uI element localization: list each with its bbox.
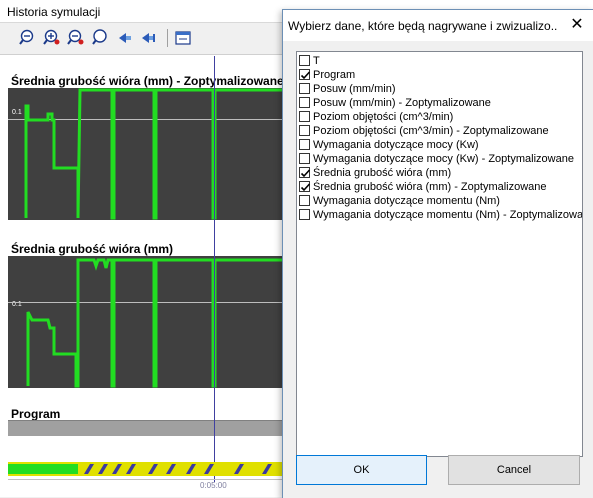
toolbar-separator	[167, 29, 168, 47]
checkbox[interactable]	[299, 55, 310, 66]
data-series-list: T Program Posuw (mm/min) Posuw (mm/min) - Z…	[296, 51, 583, 457]
checkbox[interactable]	[299, 153, 310, 164]
chart-label-chip-thickness: Średnia grubość wióra (mm)	[11, 242, 174, 256]
checkbox[interactable]	[299, 97, 310, 108]
checkbox[interactable]	[299, 69, 311, 80]
list-item-label: Wymagania dotyczące mocy (Kw)	[313, 139, 479, 151]
step-back-icon[interactable]	[115, 28, 135, 48]
history-title: Historia symulacji	[7, 5, 101, 19]
step-forward-icon[interactable]	[138, 28, 158, 48]
select-data-dialog: Wybierz dane, które będą nagrywane i zwi…	[282, 9, 593, 498]
list-item-label: Średnia grubość wióra (mm)	[313, 167, 452, 179]
list-item-label: T	[313, 55, 320, 67]
list-item-label: Poziom objętości (cm^3/min) - Zoptymaliz…	[313, 125, 549, 137]
ok-button[interactable]: OK	[296, 455, 427, 485]
dialog-title: Wybierz dane, które będą nagrywane i zwi…	[288, 19, 558, 33]
zoom-in-y-icon[interactable]	[66, 28, 86, 48]
zoom-fit-icon[interactable]	[90, 28, 110, 48]
chart-label-program: Program	[11, 407, 61, 421]
checkbox[interactable]	[299, 195, 310, 206]
checkbox[interactable]	[299, 125, 310, 136]
time-cursor[interactable]	[214, 56, 215, 482]
list-item-label: Posuw (mm/min) - Zoptymalizowane	[313, 97, 491, 109]
checkbox[interactable]	[299, 111, 310, 122]
export-icon[interactable]	[173, 28, 193, 48]
checkbox[interactable]	[299, 209, 310, 220]
list-item-label: Poziom objętości (cm^3/min)	[313, 111, 454, 123]
close-icon[interactable]: ✕	[568, 16, 586, 34]
cancel-button[interactable]: Cancel	[448, 455, 580, 485]
list-item-label: Wymagania dotyczące momentu (Nm)	[313, 195, 500, 207]
list-item-label: Średnia grubość wióra (mm) - Zoptymalizo…	[313, 181, 547, 193]
checkbox[interactable]	[299, 167, 311, 178]
list-item-label: Posuw (mm/min)	[313, 83, 396, 95]
list-item-label: Wymagania dotyczące momentu (Nm) - Zopty…	[313, 209, 583, 221]
list-item-label: Wymagania dotyczące mocy (Kw) - Zoptymal…	[313, 153, 574, 165]
zoom-in-x-icon[interactable]	[42, 28, 62, 48]
time-label: 0:05:00	[200, 481, 227, 490]
checkbox[interactable]	[299, 181, 311, 192]
checkbox[interactable]	[299, 83, 310, 94]
list-item-label: Program	[313, 69, 356, 81]
zoom-out-icon[interactable]	[18, 28, 38, 48]
chart-label-chip-optimized: Średnia grubość wióra (mm) - Zoptymalizo…	[11, 74, 284, 88]
checkbox[interactable]	[299, 139, 310, 150]
dialog-titlebar: Wybierz dane, które będą nagrywane i zwi…	[283, 10, 593, 41]
